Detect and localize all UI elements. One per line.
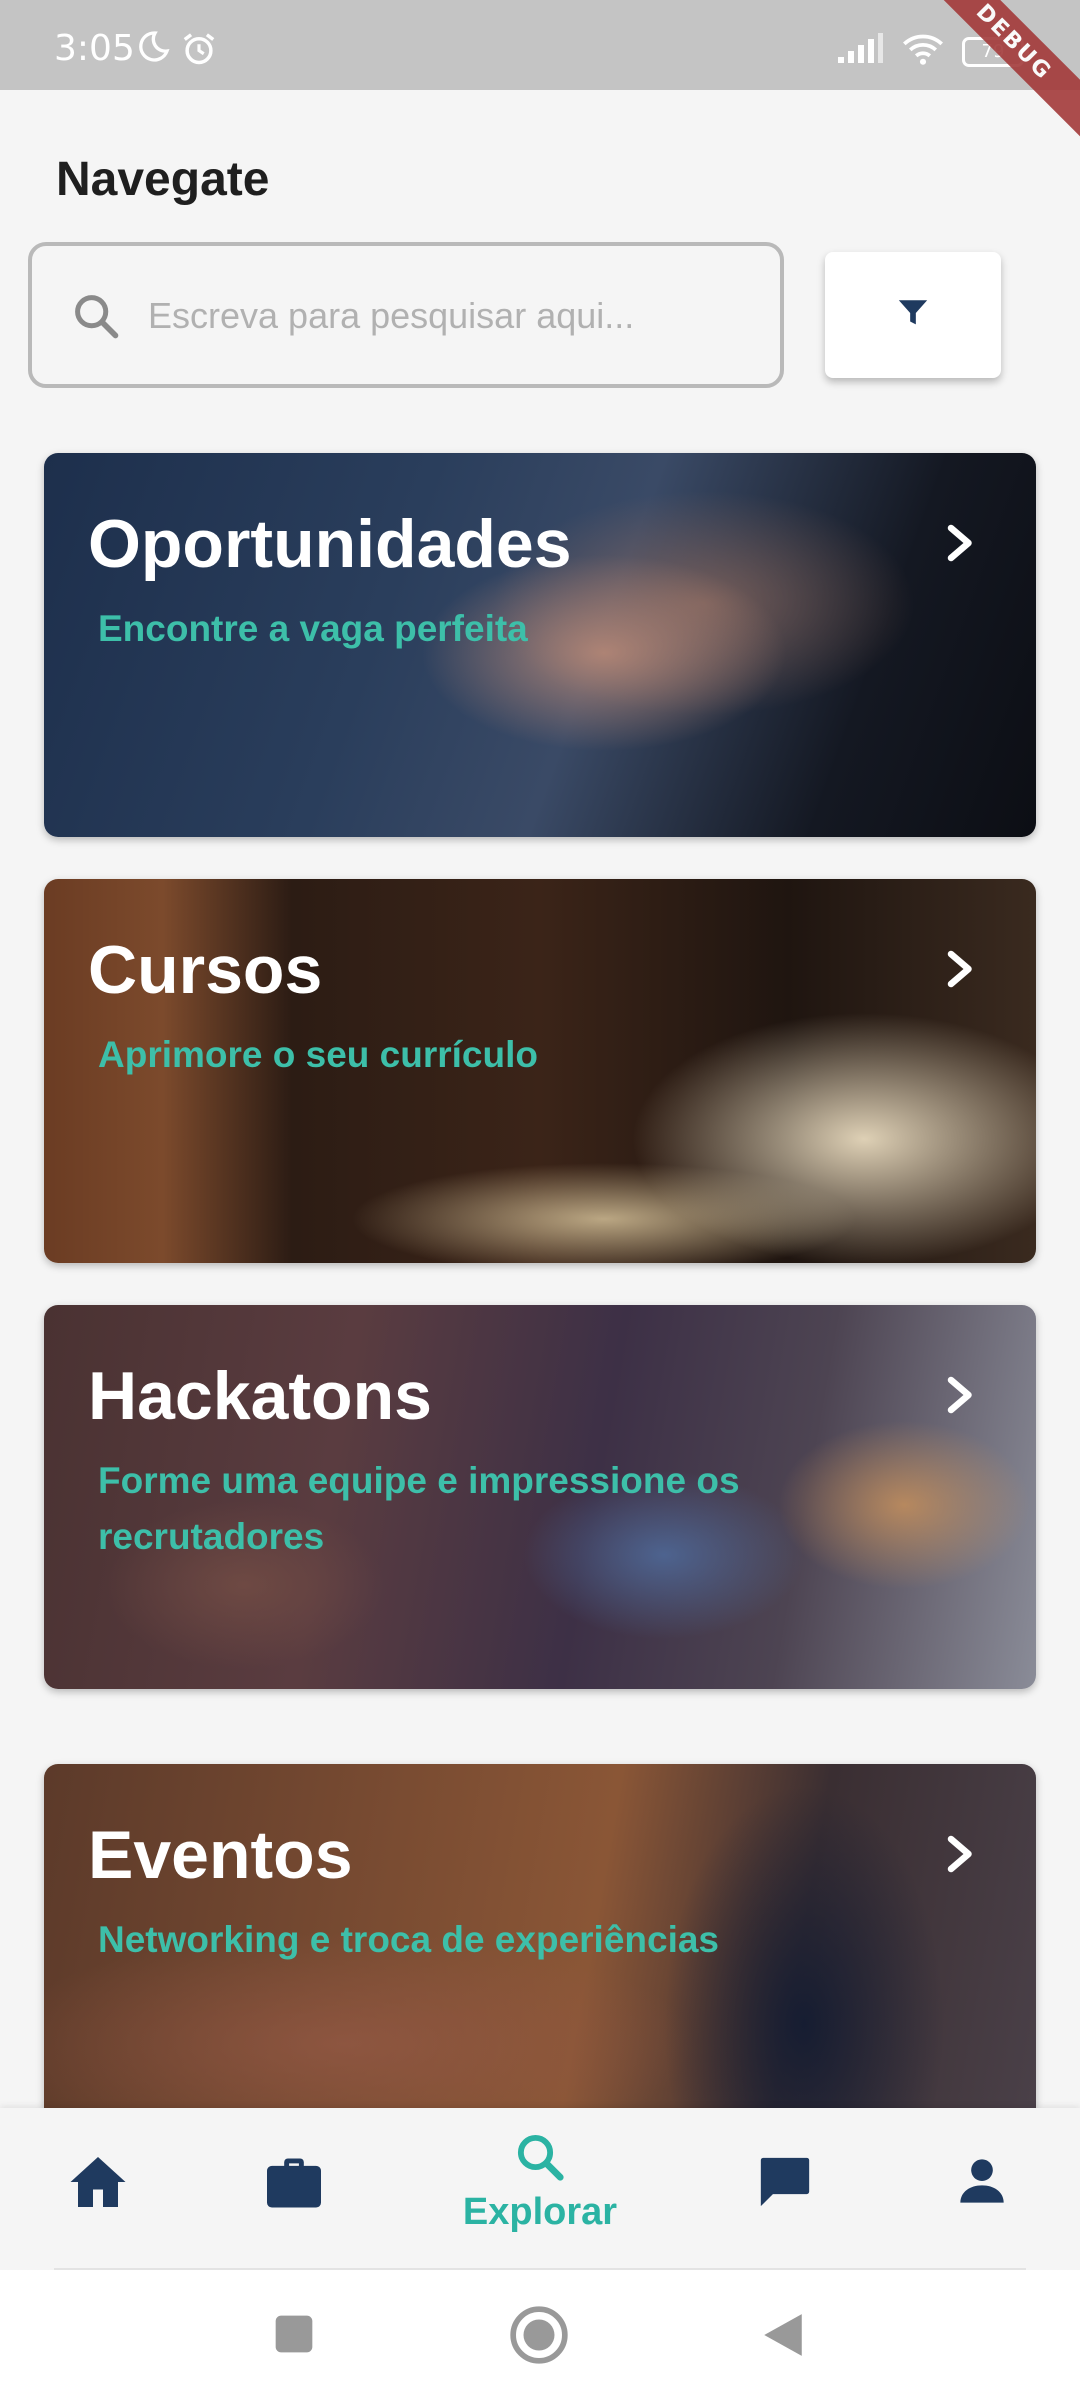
card-title: Cursos bbox=[88, 932, 323, 1008]
bottom-navigation: Explorar bbox=[0, 2108, 1080, 2270]
nav-item-explorar[interactable]: Explorar bbox=[458, 2130, 622, 2234]
card-subtitle: Networking e troca de experiências bbox=[98, 1919, 720, 1960]
search-icon bbox=[70, 290, 122, 347]
nav-item-profile[interactable] bbox=[956, 2154, 1008, 2213]
chevron-right-icon bbox=[946, 523, 976, 568]
filter-button[interactable] bbox=[825, 252, 1001, 378]
nav-item-messages[interactable] bbox=[756, 2152, 814, 2217]
wifi-icon bbox=[902, 32, 944, 71]
card-subtitle: Encontre a vaga perfeita bbox=[98, 608, 528, 649]
nav-item-jobs[interactable] bbox=[264, 2156, 324, 2215]
card-cursos[interactable]: Cursos Aprimore o seu currículo bbox=[44, 879, 1036, 1263]
alarm-icon bbox=[180, 30, 218, 73]
status-left-icons bbox=[134, 30, 218, 73]
card-oportunidades[interactable]: Oportunidades Encontre a vaga perfeita bbox=[44, 453, 1036, 837]
briefcase-icon bbox=[264, 2156, 324, 2215]
moon-icon bbox=[134, 30, 170, 73]
filter-icon bbox=[896, 296, 930, 335]
home-button[interactable] bbox=[508, 2304, 570, 2371]
search-input[interactable] bbox=[148, 276, 748, 356]
card-subtitle: Forme uma equipe e impressione os recrut… bbox=[98, 1460, 740, 1557]
page-title: Navegate bbox=[56, 153, 270, 206]
signal-icon bbox=[836, 33, 884, 70]
recent-apps-button[interactable] bbox=[272, 2312, 316, 2361]
card-title: Oportunidades bbox=[88, 506, 572, 582]
search-box[interactable] bbox=[28, 242, 784, 388]
card-subtitle: Aprimore o seu currículo bbox=[98, 1034, 538, 1075]
card-title: Eventos bbox=[88, 1817, 353, 1893]
nav-item-home[interactable] bbox=[68, 2154, 128, 2215]
search-icon bbox=[513, 2130, 567, 2189]
person-icon bbox=[956, 2154, 1008, 2213]
system-navigation-bar bbox=[0, 2270, 1080, 2400]
card-title: Hackatons bbox=[88, 1358, 432, 1434]
status-bar: 3:05 79 DEBUG bbox=[0, 0, 1080, 149]
chevron-right-icon bbox=[946, 1834, 976, 1879]
card-hackatons[interactable]: Hackatons Forme uma equipe e impressione… bbox=[44, 1305, 1036, 1689]
chevron-right-icon bbox=[946, 1375, 976, 1420]
back-button[interactable] bbox=[760, 2310, 806, 2365]
debug-banner: DEBUG bbox=[907, 0, 1080, 149]
nav-label-explorar: Explorar bbox=[462, 2191, 618, 2233]
chevron-right-icon bbox=[946, 949, 976, 994]
home-icon bbox=[68, 2154, 128, 2215]
card-eventos[interactable]: Eventos Networking e troca de experiênci… bbox=[44, 1764, 1036, 2108]
chat-icon bbox=[756, 2152, 814, 2217]
status-time: 3:05 bbox=[54, 28, 135, 69]
